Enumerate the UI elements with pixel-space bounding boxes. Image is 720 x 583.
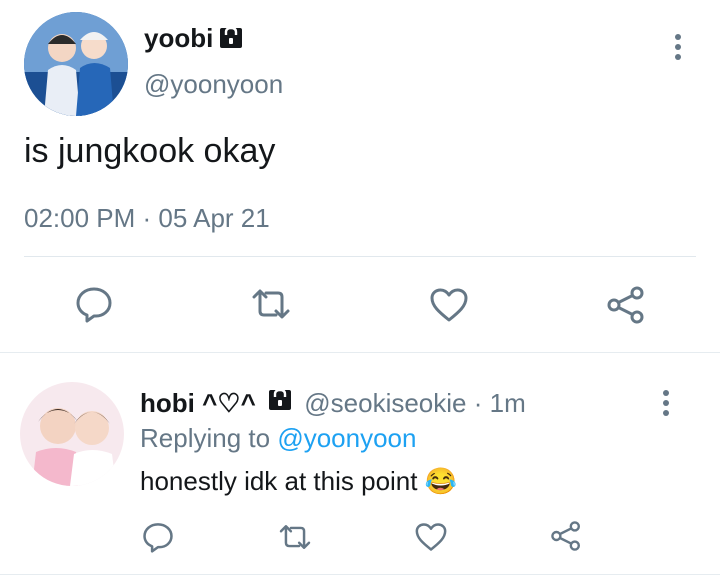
main-tweet-text: is jungkook okay <box>24 132 276 170</box>
share-icon[interactable] <box>550 520 582 552</box>
main-handle[interactable]: @yoonyoon <box>144 69 283 100</box>
like-icon[interactable] <box>414 522 448 552</box>
reply-icon[interactable] <box>142 521 174 553</box>
lock-icon <box>218 24 244 55</box>
reply-tweet-text: honestly idk at this point <box>140 466 418 496</box>
reply-handle[interactable]: @seokiseokie <box>304 388 466 418</box>
reply-avatar[interactable] <box>20 382 124 486</box>
tweet-separator <box>0 352 720 353</box>
replying-to-label: Replying to <box>140 423 271 453</box>
main-more-options-icon[interactable] <box>674 34 682 64</box>
main-display-name[interactable]: yoobi <box>144 23 213 54</box>
like-icon[interactable] <box>429 287 469 323</box>
main-timestamp: 02:00 PM · 05 Apr 21 <box>24 203 270 233</box>
reply-time: · 1m <box>473 388 526 418</box>
share-icon[interactable] <box>606 285 646 325</box>
reply-more-options-icon[interactable] <box>662 390 670 420</box>
reply-icon[interactable] <box>75 285 113 323</box>
reply-text-line: honestly idk at this point 😂 <box>140 466 457 497</box>
bottom-separator <box>0 574 720 575</box>
retweet-icon[interactable] <box>248 287 294 321</box>
reply-display-name[interactable]: hobi ^♡^ <box>140 388 256 418</box>
laughing-emoji: 😂 <box>424 466 458 496</box>
main-divider <box>24 256 696 257</box>
replying-to-line: Replying to @yoonyoon <box>140 423 416 454</box>
reply-header: hobi ^♡^ @seokiseokie · 1m <box>140 388 526 422</box>
replying-to-link[interactable]: @yoonyoon <box>277 423 416 453</box>
retweet-icon[interactable] <box>276 523 314 551</box>
lock-icon <box>267 386 293 419</box>
main-avatar[interactable] <box>24 12 128 116</box>
